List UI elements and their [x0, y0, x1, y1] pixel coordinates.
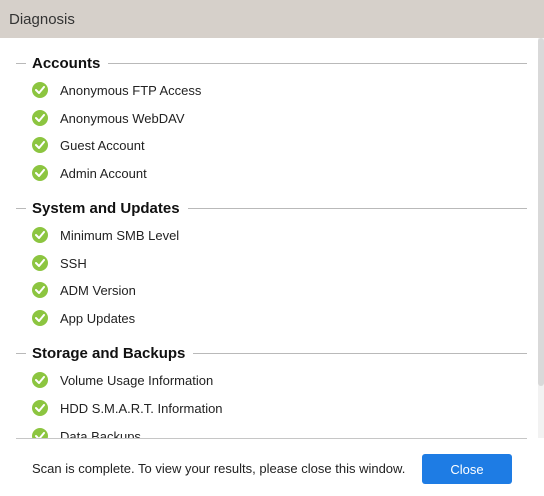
item-label: SSH: [60, 255, 87, 271]
window-title: Diagnosis: [9, 10, 75, 28]
check-circle-icon: [32, 255, 48, 271]
divider: [108, 62, 527, 64]
check-circle-icon: [32, 310, 48, 326]
list-item: Guest Account: [32, 135, 145, 155]
list-item: HDD S.M.A.R.T. Information: [32, 398, 223, 418]
check-circle-icon: [32, 165, 48, 181]
list-item: Admin Account: [32, 163, 147, 183]
check-circle-icon: [32, 137, 48, 153]
divider: [187, 207, 527, 209]
list-item: SSH: [32, 253, 87, 273]
check-circle-icon: [32, 428, 48, 438]
item-label: App Updates: [60, 310, 136, 326]
title-bar: Diagnosis: [0, 0, 544, 38]
item-label: HDD S.M.A.R.T. Information: [60, 400, 223, 416]
check-circle-icon: [32, 110, 48, 126]
section-header-system-and-updates: System and Updates: [16, 198, 527, 218]
item-label: Anonymous WebDAV: [60, 110, 185, 126]
item-label: Admin Account: [60, 165, 147, 181]
item-label: Minimum SMB Level: [60, 227, 180, 243]
item-label: ADM Version: [60, 282, 136, 298]
item-label: Guest Account: [60, 137, 145, 153]
section-title: Accounts: [32, 54, 101, 72]
divider: [16, 207, 26, 209]
check-circle-icon: [32, 400, 48, 416]
section-header-accounts: Accounts: [16, 53, 527, 73]
close-button[interactable]: Close: [422, 454, 512, 484]
diagnosis-dialog: Diagnosis Accounts Anonymous FTP Access …: [0, 0, 544, 496]
list-item: Volume Usage Information: [32, 370, 213, 390]
divider: [193, 352, 527, 354]
check-circle-icon: [32, 372, 48, 388]
list-item: App Updates: [32, 308, 135, 328]
scrollbar-thumb[interactable]: [538, 38, 544, 386]
results-list[interactable]: Accounts Anonymous FTP Access Anonymous …: [0, 38, 544, 438]
list-item: ADM Version: [32, 280, 136, 300]
vertical-scrollbar[interactable]: [538, 38, 544, 438]
list-item: Data Backups: [32, 426, 141, 438]
section-header-storage-and-backups: Storage and Backups: [16, 343, 527, 363]
section-title: System and Updates: [32, 199, 180, 217]
list-item: Anonymous WebDAV: [32, 108, 185, 128]
list-item: Minimum SMB Level: [32, 225, 179, 245]
divider: [16, 352, 26, 354]
check-circle-icon: [32, 227, 48, 243]
footer-divider: [16, 438, 527, 439]
check-circle-icon: [32, 282, 48, 298]
check-circle-icon: [32, 82, 48, 98]
divider: [16, 62, 26, 64]
list-item: Anonymous FTP Access: [32, 80, 201, 100]
item-label: Data Backups: [60, 428, 141, 439]
item-label: Anonymous FTP Access: [60, 82, 202, 98]
status-message: Scan is complete. To view your results, …: [32, 461, 406, 476]
item-label: Volume Usage Information: [60, 372, 214, 388]
section-title: Storage and Backups: [32, 344, 186, 362]
